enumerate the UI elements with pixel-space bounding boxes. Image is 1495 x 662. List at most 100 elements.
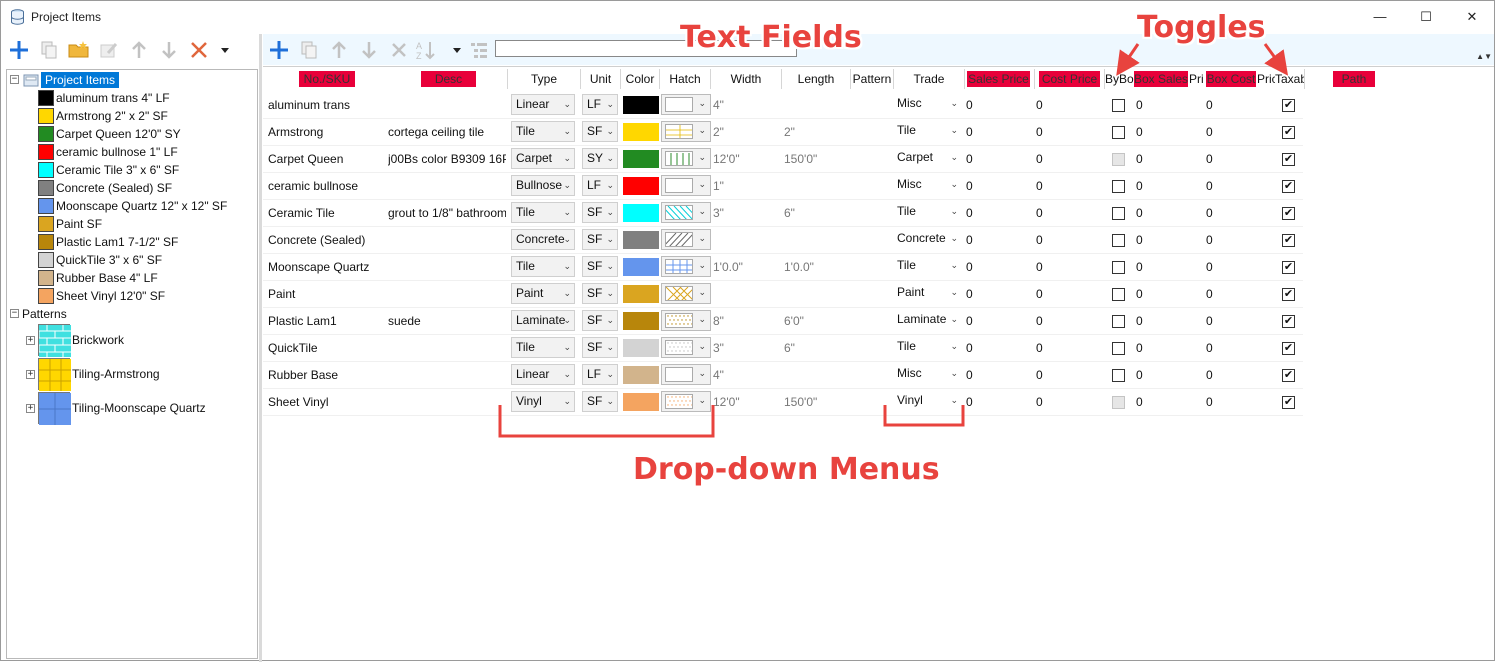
trade-dropdown[interactable]: Tile ⌄ xyxy=(893,121,961,142)
cell-sales-price[interactable]: 0 xyxy=(966,341,1026,355)
unit-dropdown[interactable]: SF ⌄ xyxy=(582,256,618,277)
table-row[interactable]: Paint Paint ⌄ SF ⌄ ⌄ Paint ⌄ 0 0 0 0 ✔ xyxy=(263,281,1494,308)
cell-length[interactable]: 6" xyxy=(784,206,848,220)
tree-item-label[interactable]: Moonscape Quartz 12" x 12" SF xyxy=(56,199,227,213)
type-dropdown[interactable]: Paint ⌄ xyxy=(511,283,575,304)
col-header-unit[interactable]: Unit xyxy=(581,71,620,87)
tree-item[interactable]: Paint SF xyxy=(38,215,102,232)
cell-length[interactable]: 150'0" xyxy=(784,152,848,166)
close-window-button[interactable]: ✕ xyxy=(1449,1,1495,32)
taxable-checkbox[interactable]: ✔ xyxy=(1282,180,1295,193)
tree-pattern-label[interactable]: Tiling-Armstrong xyxy=(72,367,160,381)
bybox-checkbox[interactable] xyxy=(1112,153,1125,166)
color-swatch[interactable] xyxy=(623,96,659,114)
item-tree[interactable]: − Project Items aluminum trans 4" LF Arms… xyxy=(6,69,258,659)
tree-pattern-label[interactable]: Brickwork xyxy=(72,333,124,347)
tree-item[interactable]: Concrete (Sealed) SF xyxy=(38,179,172,196)
hatch-dropdown[interactable]: ⌄ xyxy=(661,148,711,169)
cell-box-cost[interactable]: 0 xyxy=(1206,314,1256,328)
unit-dropdown[interactable]: SF ⌄ xyxy=(582,337,618,358)
taxable-checkbox[interactable]: ✔ xyxy=(1282,288,1295,301)
cell-box-cost[interactable]: 0 xyxy=(1206,368,1256,382)
bybox-checkbox[interactable] xyxy=(1112,99,1125,112)
cell-length[interactable]: 1'0.0" xyxy=(784,260,848,274)
cell-cost-price[interactable]: 0 xyxy=(1036,179,1096,193)
cell-name[interactable]: Armstrong xyxy=(268,125,383,139)
bybox-checkbox[interactable] xyxy=(1112,288,1125,301)
tree-item-label[interactable]: ceramic bullnose 1" LF xyxy=(56,145,178,159)
unit-dropdown[interactable]: SF ⌄ xyxy=(582,283,618,304)
cell-box-sales[interactable]: 0 xyxy=(1136,98,1186,112)
col-header-trade[interactable]: Trade xyxy=(894,71,964,87)
tree-item[interactable]: ceramic bullnose 1" LF xyxy=(38,143,178,160)
cell-box-cost[interactable]: 0 xyxy=(1206,260,1256,274)
tree-item[interactable]: QuickTile 3" x 6" SF xyxy=(38,251,162,268)
hatch-dropdown[interactable]: ⌄ xyxy=(661,175,711,196)
cell-width[interactable]: 3" xyxy=(713,206,779,220)
trade-dropdown[interactable]: Tile ⌄ xyxy=(893,202,961,223)
tree-item-label[interactable]: Sheet Vinyl 12'0" SF xyxy=(56,289,165,303)
cell-cost-price[interactable]: 0 xyxy=(1036,395,1096,409)
more-dropdown-button[interactable] xyxy=(213,38,237,62)
open-folder-button[interactable] xyxy=(67,38,91,62)
col-header-pric[interactable]: Pric xyxy=(1257,71,1275,87)
tree-item-label[interactable]: Plastic Lam1 7-1/2" SF xyxy=(56,235,178,249)
trade-dropdown[interactable]: Laminate ⌄ xyxy=(893,310,961,331)
col-header-sales-price[interactable]: Sales Price xyxy=(967,71,1030,87)
tree-item[interactable]: Ceramic Tile 3" x 6" SF xyxy=(38,161,179,178)
bybox-checkbox[interactable] xyxy=(1112,369,1125,382)
type-dropdown[interactable]: Carpet ⌄ xyxy=(511,148,575,169)
hatch-dropdown[interactable]: ⌄ xyxy=(661,121,711,142)
col-header-pri[interactable]: Pri xyxy=(1189,71,1206,87)
color-swatch[interactable] xyxy=(623,204,659,222)
cell-width[interactable]: 12'0" xyxy=(713,395,779,409)
cell-box-sales[interactable]: 0 xyxy=(1136,152,1186,166)
col-header-desc[interactable]: Desc xyxy=(421,71,476,87)
hatch-dropdown[interactable]: ⌄ xyxy=(661,337,711,358)
move-up-button[interactable] xyxy=(127,38,151,62)
cell-cost-price[interactable]: 0 xyxy=(1036,152,1096,166)
color-swatch[interactable] xyxy=(623,258,659,276)
color-swatch[interactable] xyxy=(623,312,659,330)
trade-dropdown[interactable]: Paint ⌄ xyxy=(893,283,961,304)
type-dropdown[interactable]: Tile ⌄ xyxy=(511,121,575,142)
cell-box-sales[interactable]: 0 xyxy=(1136,368,1186,382)
cell-name[interactable]: Moonscape Quartz xyxy=(268,260,383,274)
cell-cost-price[interactable]: 0 xyxy=(1036,341,1096,355)
table-row[interactable]: Armstrong cortega ceiling tile Tile ⌄ SF ⌄ ⌄ 2"… xyxy=(263,119,1494,146)
unit-dropdown[interactable]: SF ⌄ xyxy=(582,310,618,331)
hatch-dropdown[interactable]: ⌄ xyxy=(661,310,711,331)
cell-box-sales[interactable]: 0 xyxy=(1136,206,1186,220)
cell-box-sales[interactable]: 0 xyxy=(1136,125,1186,139)
cell-sales-price[interactable]: 0 xyxy=(966,260,1026,274)
trade-dropdown[interactable]: Misc ⌄ xyxy=(893,94,961,115)
hatch-dropdown[interactable]: ⌄ xyxy=(661,202,711,223)
cell-name[interactable]: Paint xyxy=(268,287,383,301)
cell-box-cost[interactable]: 0 xyxy=(1206,233,1256,247)
row-delete-button[interactable] xyxy=(387,38,411,62)
cell-name[interactable]: Rubber Base xyxy=(268,368,383,382)
trade-dropdown[interactable]: Vinyl ⌄ xyxy=(893,391,961,412)
cell-width[interactable]: 1'0.0" xyxy=(713,260,779,274)
taxable-checkbox[interactable]: ✔ xyxy=(1282,153,1295,166)
table-row[interactable]: Rubber Base Linear ⌄ LF ⌄ ⌄ 4" Misc ⌄ 0 0 0 0 ✔ xyxy=(263,362,1494,389)
table-row[interactable]: ceramic bullnose Bullnose ⌄ LF ⌄ ⌄ 1" Misc ⌄ 0 0 0 0… xyxy=(263,173,1494,200)
col-divider[interactable] xyxy=(1034,69,1035,89)
type-dropdown[interactable]: Tile ⌄ xyxy=(511,337,575,358)
cell-sales-price[interactable]: 0 xyxy=(966,287,1026,301)
sort-dropdown-button[interactable] xyxy=(445,38,469,62)
bybox-checkbox[interactable] xyxy=(1112,180,1125,193)
unit-dropdown[interactable]: SY ⌄ xyxy=(582,148,618,169)
col-header-hatch[interactable]: Hatch xyxy=(660,71,710,87)
cell-length[interactable]: 150'0" xyxy=(784,395,848,409)
add-row-button[interactable] xyxy=(267,38,291,62)
cell-box-sales[interactable]: 0 xyxy=(1136,179,1186,193)
color-swatch[interactable] xyxy=(623,366,659,384)
cell-cost-price[interactable]: 0 xyxy=(1036,314,1096,328)
color-swatch[interactable] xyxy=(623,231,659,249)
trade-dropdown[interactable]: Misc ⌄ xyxy=(893,364,961,385)
taxable-checkbox[interactable]: ✔ xyxy=(1282,396,1295,409)
tree-pattern-label[interactable]: Tiling-Moonscape Quartz xyxy=(72,401,206,415)
unit-dropdown[interactable]: SF ⌄ xyxy=(582,202,618,223)
cell-sales-price[interactable]: 0 xyxy=(966,98,1026,112)
